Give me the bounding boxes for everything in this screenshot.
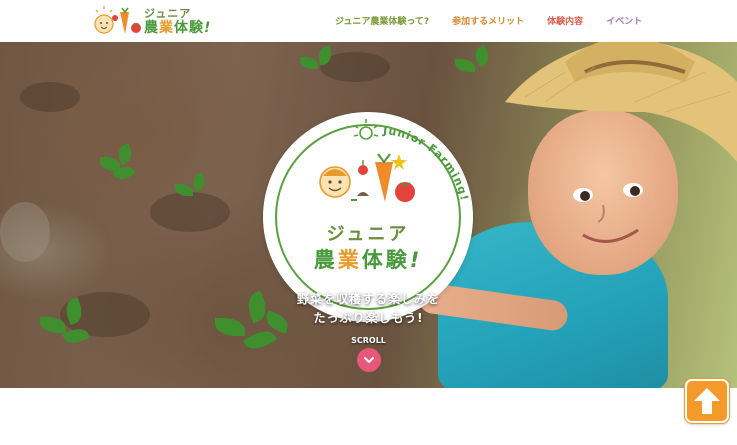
badge-title-top: ジュニア [326,224,410,245]
logo-mark-icon [92,4,142,38]
site-header: ジュニア 農業体験! ジュニア農業体験って? 参加するメリット 体験内容 イベン… [0,0,737,42]
nav-item-event[interactable]: イベント [606,14,642,27]
scroll-down-button[interactable] [357,348,381,372]
nav-item-merit[interactable]: 参加するメリット [452,14,524,27]
logo-top-text: ジュニア [144,6,192,20]
catchphrase-line-1: 野菜を収穫する楽しみを [296,292,440,306]
site-logo[interactable]: ジュニア 農業体験! [92,4,232,38]
plant-decoration [455,44,495,87]
hero-child-hat [505,42,737,162]
hero-catchphrase: 野菜を収穫する楽しみを たっぷり楽しもう! [0,290,737,328]
nav-item-about[interactable]: ジュニア農業体験って? [335,14,429,27]
chevron-down-icon [364,357,374,363]
plant-decoration [175,172,215,212]
back-to-top-button[interactable] [685,379,729,423]
plant-decoration [300,45,340,87]
badge-title-bottom: 農業体験! [313,248,423,272]
main-nav: ジュニア農業体験って? 参加するメリット 体験内容 イベント [335,14,642,27]
plant-decoration [100,143,140,187]
kid-vegetables-icon [319,153,415,202]
hero-section: Junior Farming! ジュニア 農業体験! 野菜を収穫する楽しみを た… [0,42,737,388]
nav-item-content[interactable]: 体験内容 [547,14,583,27]
catchphrase-line-2: たっぷり楽しもう! [313,311,424,325]
logo-bottom-text: 農業体験! [144,19,212,36]
arrow-up-icon [694,388,720,414]
scroll-label: SCROLL [351,336,386,345]
sun-icon [353,119,379,140]
